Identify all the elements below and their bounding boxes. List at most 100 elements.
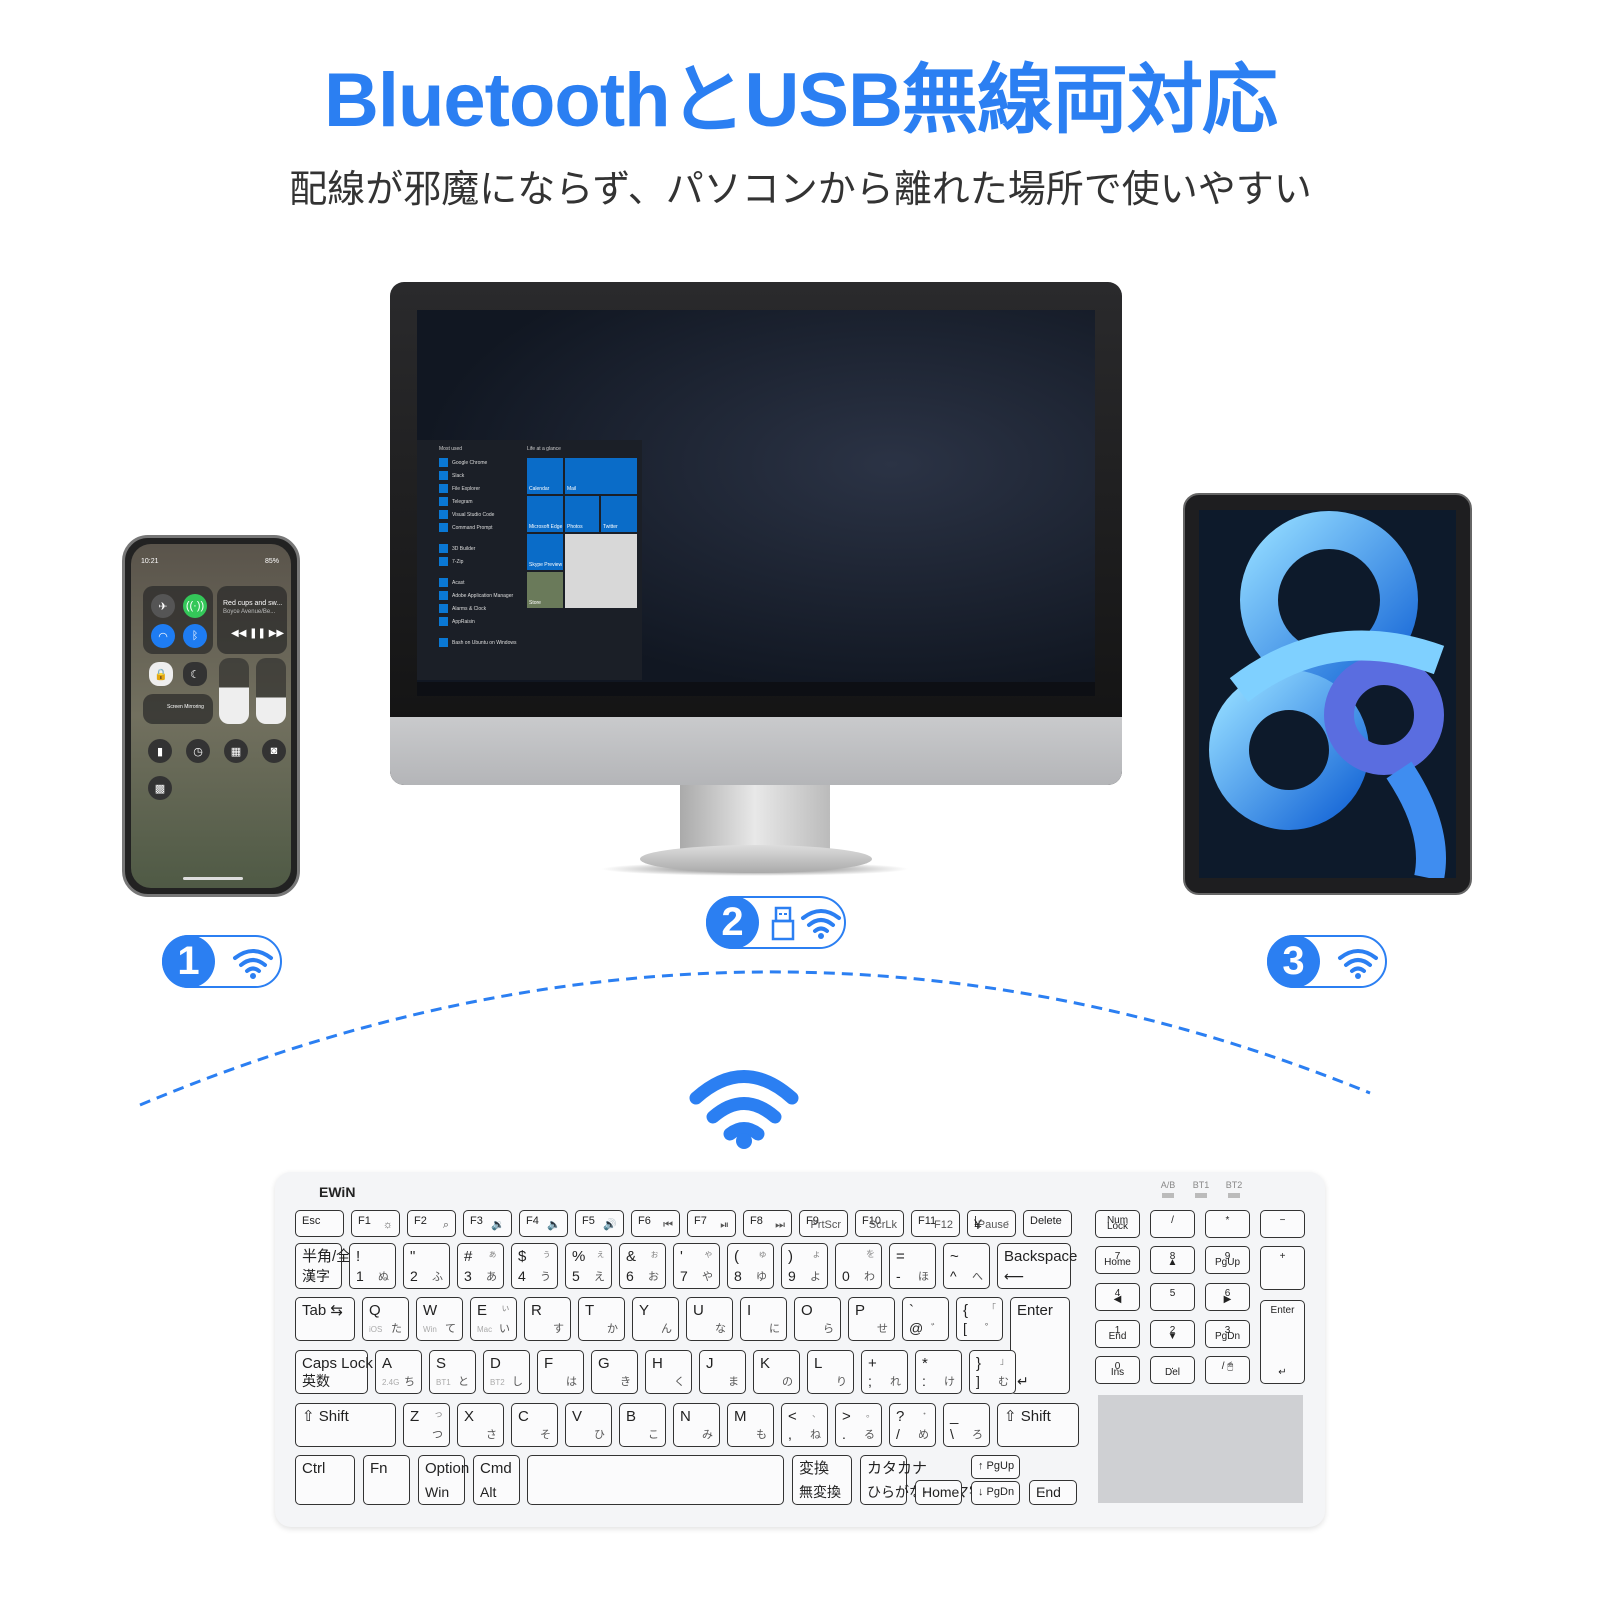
key-f10[interactable]: F10 ScrLk	[855, 1210, 904, 1237]
key-c[interactable]: Cそ	[511, 1403, 558, 1447]
key-r[interactable]: Rす	[524, 1297, 571, 1341]
key-space[interactable]: 0 をわ	[835, 1243, 882, 1289]
key-w[interactable]: W て Win	[416, 1297, 463, 1341]
key-j[interactable]: Jま	[699, 1350, 746, 1394]
key-i[interactable]: Iに	[740, 1297, 787, 1341]
key-f4[interactable]: F4 🔈	[519, 1210, 568, 1237]
start-tile[interactable]: Calendar	[527, 458, 563, 494]
start-menu-app[interactable]: 3D Builder	[417, 542, 527, 555]
start-tile[interactable]: Store	[527, 572, 563, 608]
key-[interactable]: ' 7 ゃや	[673, 1243, 720, 1289]
start-menu-app[interactable]: Bash on Ubuntu on Windows	[417, 636, 527, 649]
key-shift[interactable]: ⇧ Shift	[295, 1403, 396, 1447]
key-f5[interactable]: F5 🔊	[575, 1210, 624, 1237]
key-[interactable]: 半角/全角 漢字	[295, 1243, 366, 1289]
key-f3[interactable]: F3 🔉	[463, 1210, 512, 1237]
key-6[interactable]: 6 ▶	[1205, 1283, 1250, 1311]
start-menu-app[interactable]: Visual Studio Code	[417, 508, 527, 521]
key-[interactable]: = - ほ	[889, 1243, 936, 1289]
key-enter[interactable]: Enter ↵	[1010, 1297, 1070, 1394]
key-[interactable]: / 🖱	[1205, 1356, 1250, 1384]
key-[interactable]: _ \ ろ	[943, 1403, 990, 1447]
key-esc[interactable]: Esc	[295, 1210, 344, 1237]
key-g[interactable]: Gき	[591, 1350, 638, 1394]
key-capslock[interactable]: Caps Lock 英数	[295, 1350, 373, 1394]
start-tile[interactable]: Microsoft Edge	[527, 496, 563, 532]
key-h[interactable]: Hく	[645, 1350, 692, 1394]
key-2[interactable]: 2 ▼	[1150, 1320, 1195, 1348]
key-f1[interactable]: F1 ☼	[351, 1210, 400, 1237]
key-p[interactable]: Pせ	[848, 1297, 895, 1341]
key-9[interactable]: 9 PgUp	[1205, 1246, 1250, 1274]
key-[interactable]: → End	[1029, 1480, 1077, 1505]
key-m[interactable]: Mも	[727, 1403, 774, 1447]
key-s[interactable]: S と BT1	[429, 1350, 476, 1394]
key-v[interactable]: Vひ	[565, 1403, 612, 1447]
key-[interactable]: % 5 ぇえ	[565, 1243, 612, 1289]
key-[interactable]: ← Home	[915, 1480, 962, 1505]
key-k[interactable]: Kの	[753, 1350, 800, 1394]
start-menu-app[interactable]: Telegram	[417, 495, 527, 508]
key-z[interactable]: Z っつ	[403, 1403, 450, 1447]
key-4[interactable]: 4 ◀	[1095, 1283, 1140, 1311]
key-[interactable]: *: け	[915, 1350, 962, 1394]
start-tile[interactable]: Mail	[565, 458, 637, 494]
key-e[interactable]: E ぃい Mac	[470, 1297, 517, 1341]
key-b[interactable]: Bこ	[619, 1403, 666, 1447]
key-[interactable]: . Del	[1150, 1356, 1195, 1384]
key-f7[interactable]: F7 ⏯	[687, 1210, 736, 1237]
key-q[interactable]: Q た iOS	[362, 1297, 409, 1341]
key-[interactable]: 変換 無変換	[792, 1455, 852, 1505]
key-f[interactable]: Fは	[537, 1350, 584, 1394]
key-pgup[interactable]: ↑ PgUp	[971, 1455, 1020, 1479]
key-tab[interactable]: Tab ⇆	[295, 1297, 355, 1341]
start-menu-app[interactable]: Command Prompt	[417, 521, 527, 534]
key-3[interactable]: 3 PgDn	[1205, 1320, 1250, 1348]
key-f9[interactable]: F9 PrtScr	[799, 1210, 848, 1237]
key-f8[interactable]: F8 ⏭	[743, 1210, 792, 1237]
start-tile[interactable]: Skype Preview	[527, 534, 563, 570]
start-menu-app[interactable]: Google Chrome	[417, 456, 527, 469]
key-0[interactable]: 0 Ins	[1095, 1356, 1140, 1384]
key-num[interactable]: Num Lock	[1095, 1210, 1140, 1238]
key-[interactable]: ` @ ゛	[902, 1297, 949, 1341]
key-[interactable]: *	[1205, 1210, 1250, 1238]
key-[interactable]: ) 9 ょよ	[781, 1243, 828, 1289]
key-[interactable]: ~ ^ へ	[943, 1243, 990, 1289]
key-5[interactable]: 5	[1150, 1283, 1195, 1311]
key-u[interactable]: Uな	[686, 1297, 733, 1341]
key-shift[interactable]: ⇧ Shift	[997, 1403, 1079, 1447]
key-option[interactable]: Option Win	[418, 1455, 469, 1505]
start-tile[interactable]: Twitter	[601, 496, 637, 532]
start-menu-app[interactable]: Adobe Application Manager	[417, 589, 527, 602]
key-t[interactable]: Tか	[578, 1297, 625, 1341]
key-1[interactable]: 1 End	[1095, 1320, 1140, 1348]
key-[interactable]: −	[1260, 1210, 1305, 1238]
key-space[interactable]	[527, 1455, 784, 1505]
start-menu-app[interactable]: Alarms & Clock	[417, 602, 527, 615]
key-fn[interactable]: Fn	[363, 1455, 410, 1505]
key-8[interactable]: 8 ▲	[1150, 1246, 1195, 1274]
key-enter[interactable]: Enter ↵	[1260, 1300, 1305, 1384]
key-7[interactable]: 7 Home	[1095, 1246, 1140, 1274]
start-menu-app[interactable]: AppRaisin	[417, 615, 527, 628]
key-n[interactable]: Nみ	[673, 1403, 720, 1447]
key-[interactable]: カタカナひらがな ローマ字	[860, 1455, 983, 1505]
key-ctrl[interactable]: Ctrl	[295, 1455, 355, 1505]
key-o[interactable]: Oら	[794, 1297, 841, 1341]
start-menu-app[interactable]: Slack	[417, 469, 527, 482]
key-[interactable]: {[「゜	[956, 1297, 1003, 1341]
key-y[interactable]: Yん	[632, 1297, 679, 1341]
key-cmd[interactable]: Cmd Alt	[473, 1455, 520, 1505]
start-menu-app[interactable]: Acast	[417, 576, 527, 589]
key-[interactable]: <, 、ね	[781, 1403, 828, 1447]
key-[interactable]: $4 ぅう	[511, 1243, 558, 1289]
key-[interactable]: +	[1260, 1246, 1305, 1290]
key-[interactable]: >. 。る	[835, 1403, 882, 1447]
key-[interactable]: " 2 ふ	[403, 1243, 450, 1289]
key-[interactable]: }] 」む	[969, 1350, 1016, 1394]
key-[interactable]: #3 ぁあ	[457, 1243, 504, 1289]
key-f2[interactable]: F2 ⌕	[407, 1210, 456, 1237]
key-backspace[interactable]: Backspace ⟵	[997, 1243, 1077, 1289]
key-[interactable]: ? / ・め	[889, 1403, 936, 1447]
